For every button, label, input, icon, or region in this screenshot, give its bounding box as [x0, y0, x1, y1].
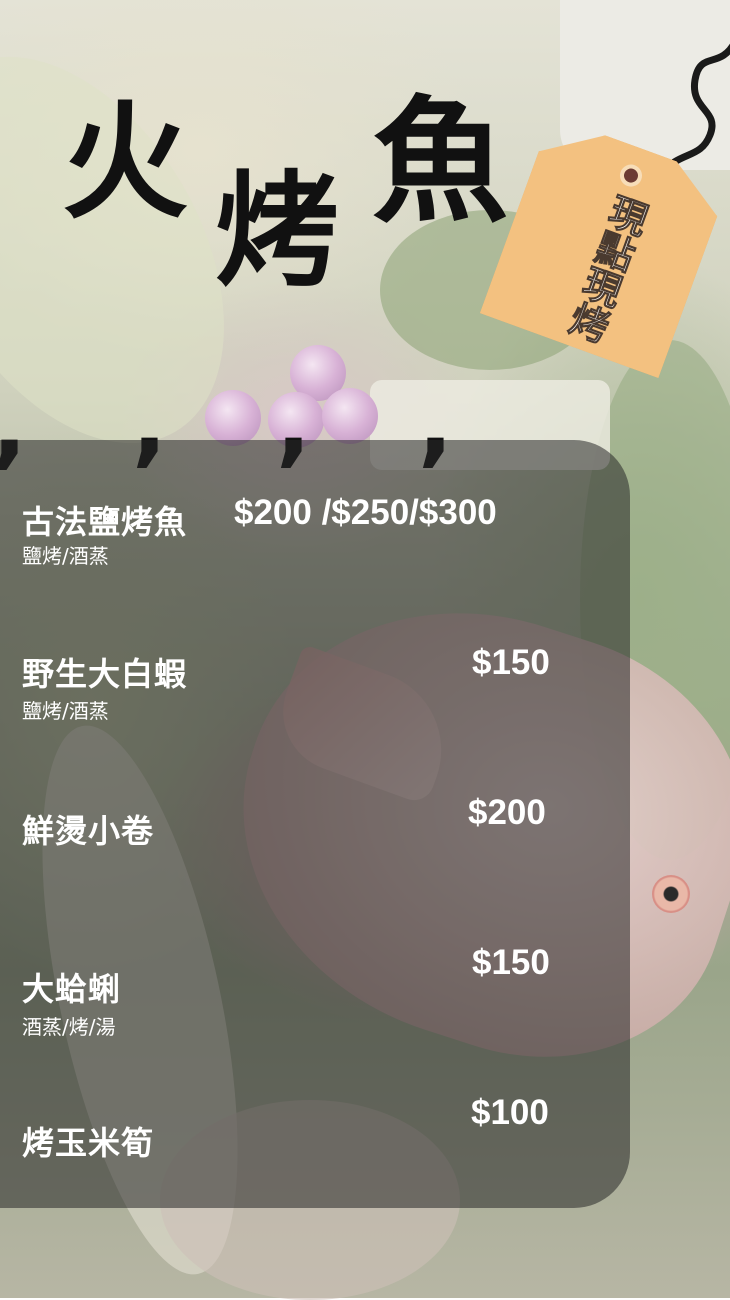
menu-item-cooking-options: 酒蒸/烤/湯 — [22, 1015, 116, 1039]
headline-char-fish: 魚 — [372, 84, 508, 242]
background-fish-eye — [652, 875, 690, 913]
background-eggplant — [205, 390, 261, 446]
headline-char-roast: 烤 — [215, 160, 340, 304]
menu-item-name: 烤玉米筍 — [22, 1124, 155, 1162]
menu-item-price: $100 — [471, 1093, 549, 1132]
background-eggplant — [322, 388, 378, 444]
menu-item-cooking-options: 鹽烤/酒蒸 — [22, 544, 109, 568]
menu-item-price: $200 /$250/$300 — [234, 493, 497, 532]
menu-item-name: 大蛤蜊 — [22, 970, 122, 1008]
menu-item-price: $200 — [468, 793, 546, 832]
headline-char-fire: 火 — [62, 89, 188, 236]
menu-item-price: $150 — [472, 943, 550, 982]
menu-item-name: 野生大白蝦 — [22, 655, 188, 693]
menu-item-price: $150 — [472, 643, 550, 682]
menu-item-name: 古法鹽烤魚 — [22, 503, 188, 541]
menu-item-name: 鮮燙小卷 — [22, 812, 155, 850]
menu-item-cooking-options: 鹽烤/酒蒸 — [22, 699, 109, 723]
